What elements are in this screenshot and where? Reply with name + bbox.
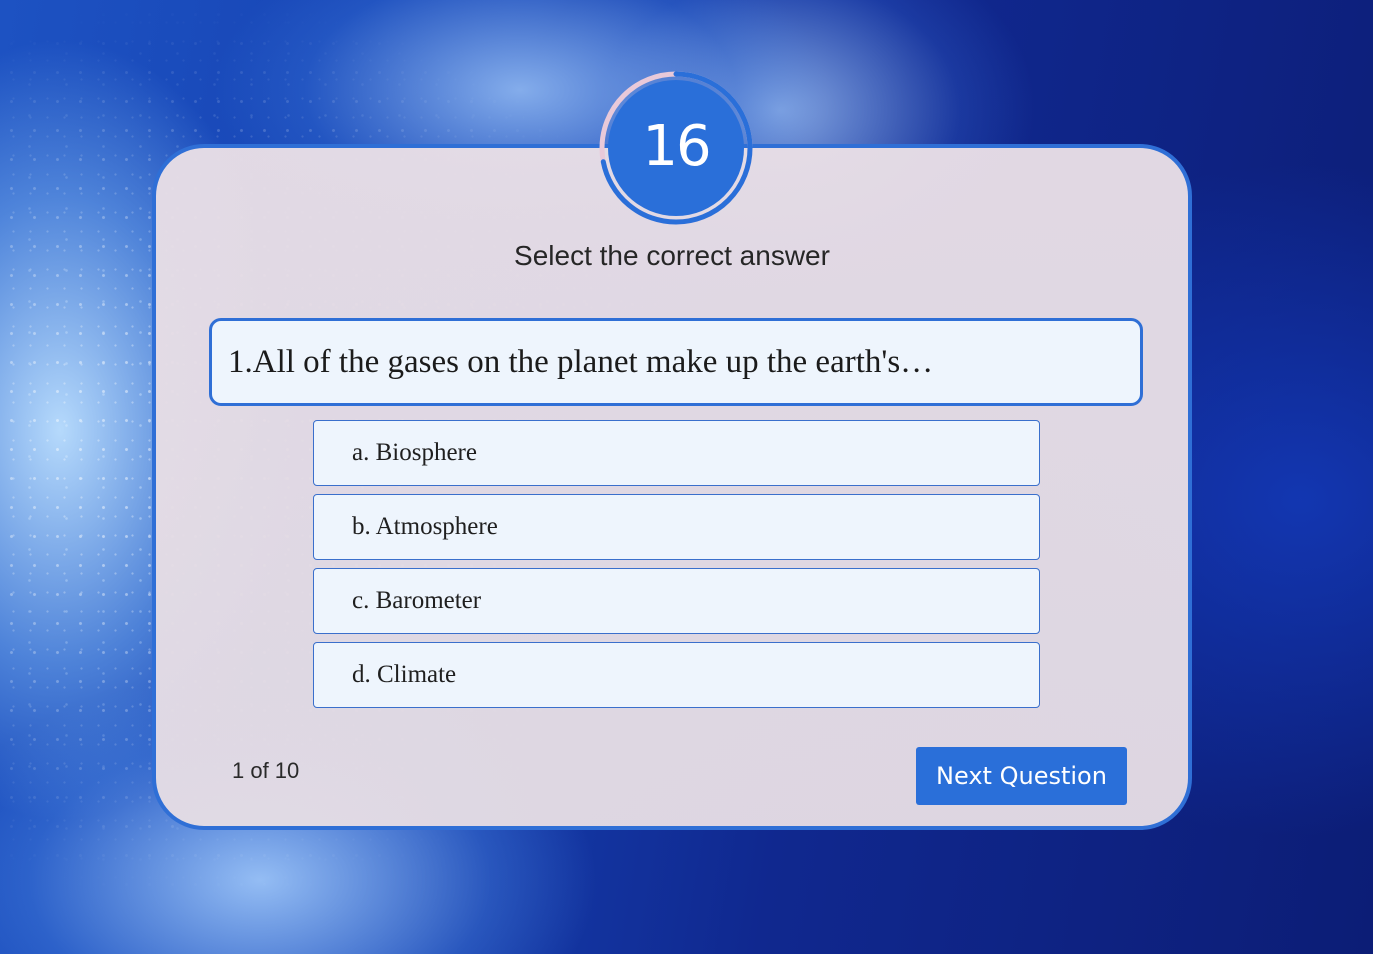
option-c[interactable]: c. Barometer [313, 568, 1040, 634]
quiz-card: Select the correct answer 1.All of the g… [152, 144, 1192, 830]
next-question-button[interactable]: Next Question [916, 747, 1127, 805]
timer-value: 16 [642, 114, 711, 179]
countdown-timer: 16 [598, 70, 754, 226]
option-b[interactable]: b. Atmosphere [313, 494, 1040, 560]
answer-options: a. Biosphere b. Atmosphere c. Barometer … [313, 420, 1040, 716]
option-a[interactable]: a. Biosphere [313, 420, 1040, 486]
question-text: 1.All of the gases on the planet make up… [228, 343, 934, 380]
option-d[interactable]: d. Climate [313, 642, 1040, 708]
question-counter: 1 of 10 [232, 758, 300, 783]
instruction-text: Select the correct answer [514, 240, 830, 271]
question-box: 1.All of the gases on the planet make up… [209, 318, 1143, 406]
